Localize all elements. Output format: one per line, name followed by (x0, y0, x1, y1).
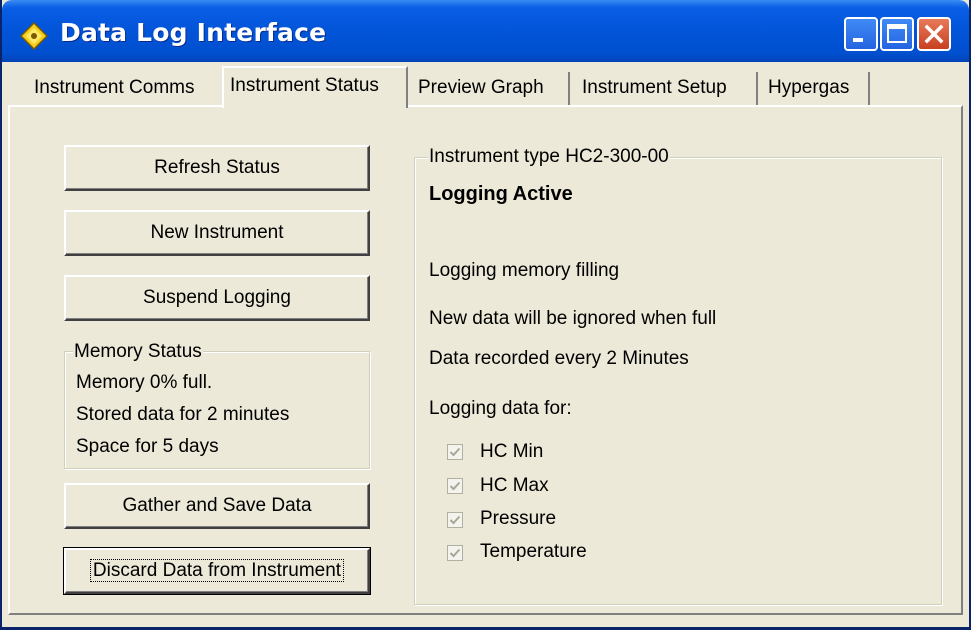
stored-data-text: Stored data for 2 minutes (76, 404, 290, 425)
record-interval-text: Data recorded every 2 Minutes (429, 348, 689, 369)
tab-label: Instrument Comms (34, 77, 195, 98)
pressure-label: Pressure (480, 508, 557, 529)
instrument-group (414, 157, 942, 605)
instrument-type-title: Instrument type HC2-300-00 (428, 146, 670, 168)
window-title: Data Log Interface (60, 18, 327, 47)
memory-usage-text: Memory 0% full. (76, 372, 213, 393)
tab-label: Hypergas (768, 77, 850, 98)
discard-data-label: Discard Data from Instrument (89, 559, 345, 582)
hc-max-checkbox[interactable] (447, 478, 463, 494)
minimize-icon (853, 38, 863, 42)
hc-max-label: HC Max (480, 475, 549, 496)
tab-instrument-status[interactable]: Instrument Status (222, 66, 408, 108)
logging-data-for-text: Logging data for: (429, 398, 572, 419)
checkmark-icon (449, 515, 461, 525)
temperature-checkbox[interactable] (447, 545, 463, 561)
tab-instrument-setup[interactable]: Instrument Setup (576, 72, 758, 106)
checkmark-icon (449, 548, 461, 558)
new-instrument-button[interactable]: New Instrument (64, 210, 370, 256)
maximize-icon (887, 24, 907, 43)
tab-label: Instrument Status (230, 75, 379, 96)
space-remaining-text: Space for 5 days (76, 436, 219, 457)
tab-hypergas[interactable]: Hypergas (762, 72, 870, 106)
gather-and-save-button[interactable]: Gather and Save Data (64, 483, 370, 529)
close-button[interactable] (917, 17, 951, 51)
refresh-status-button[interactable]: Refresh Status (64, 145, 370, 191)
ignore-when-full-text: New data will be ignored when full (429, 308, 717, 329)
discard-data-button[interactable]: Discard Data from Instrument (63, 547, 371, 595)
pressure-checkbox[interactable] (447, 512, 463, 528)
memory-status-title: Memory Status (73, 341, 203, 363)
tab-label: Instrument Setup (582, 77, 727, 98)
app-window: Data Log Interface Instrument Comms Inst… (0, 0, 971, 630)
minimize-button[interactable] (844, 17, 878, 51)
tab-label: Preview Graph (418, 77, 544, 98)
suspend-logging-button[interactable]: Suspend Logging (64, 275, 370, 321)
checkmark-icon (449, 447, 461, 457)
maximize-button[interactable] (880, 17, 914, 51)
title-bar[interactable]: Data Log Interface (2, 0, 969, 62)
checkmark-icon (449, 481, 461, 491)
tab-preview-graph[interactable]: Preview Graph (412, 72, 570, 106)
logging-state-text: Logging Active (429, 183, 573, 205)
tab-panel-instrument-status: Refresh Status New Instrument Suspend Lo… (8, 105, 963, 615)
memory-filling-text: Logging memory filling (429, 260, 620, 281)
hc-min-label: HC Min (480, 441, 544, 462)
tab-strip: Instrument Comms Instrument Status Previ… (2, 62, 969, 110)
hc-min-checkbox[interactable] (447, 444, 463, 460)
tab-instrument-comms[interactable]: Instrument Comms (28, 72, 218, 106)
temperature-label: Temperature (480, 541, 587, 562)
close-icon (924, 24, 944, 44)
diamond-app-icon (20, 22, 48, 50)
